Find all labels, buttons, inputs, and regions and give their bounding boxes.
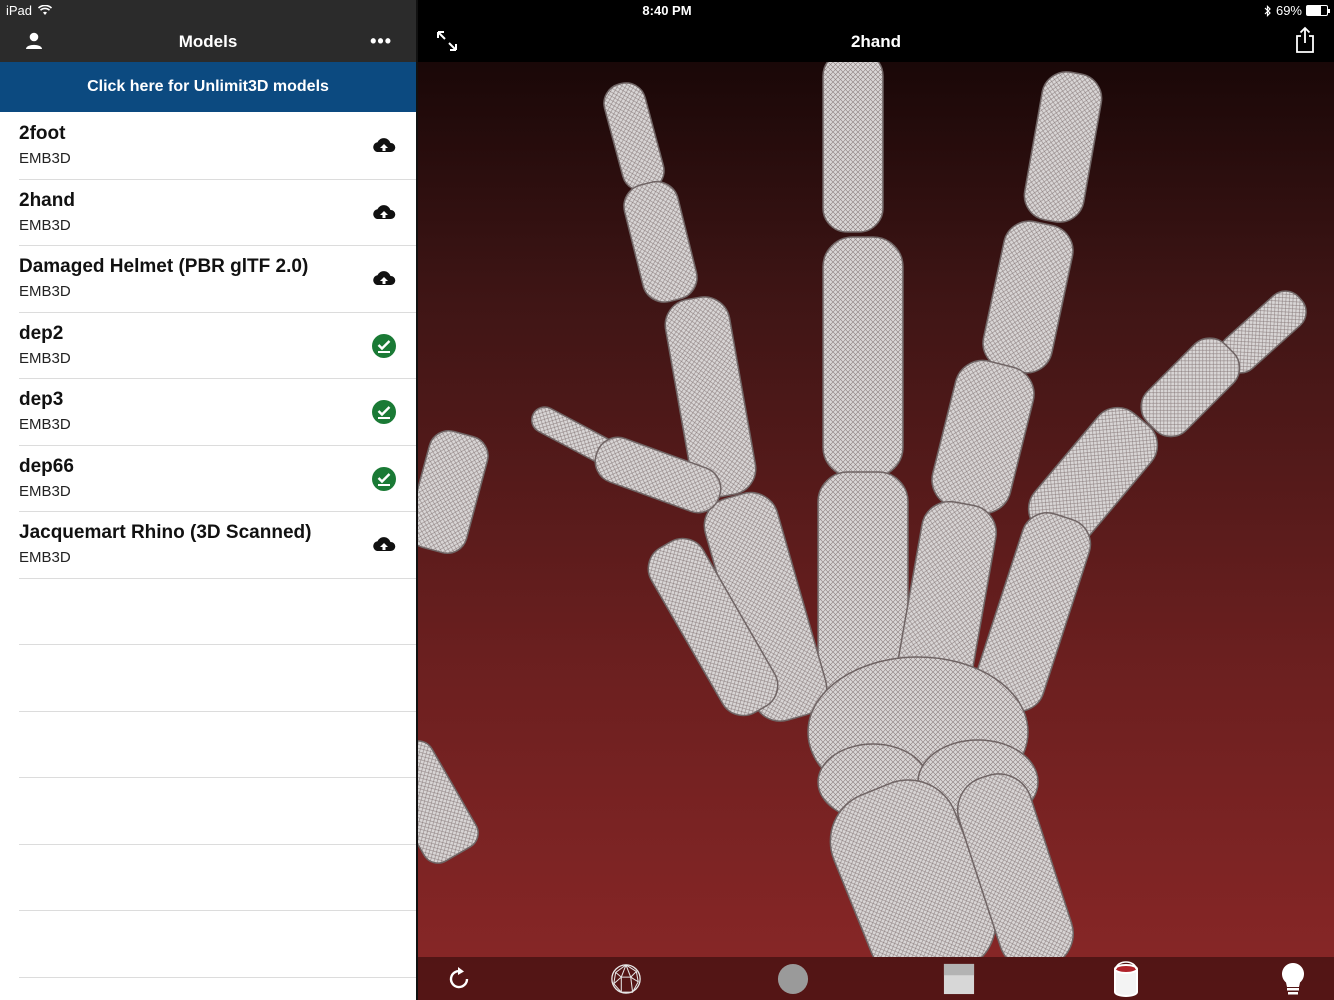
empty-list-row	[19, 645, 416, 712]
model-format: EMB3D	[19, 216, 71, 234]
model-name: dep66	[19, 455, 74, 477]
empty-list-row	[19, 778, 416, 845]
tool-paint[interactable]	[1110, 960, 1142, 997]
model-row-dep66[interactable]: dep66 EMB3D	[19, 446, 416, 512]
model-viewer: 2hand	[418, 0, 1334, 1000]
model-name: 2hand	[19, 189, 75, 211]
model-format: EMB3D	[19, 150, 71, 167]
model-row-2foot[interactable]: 2foot EMB3D	[19, 113, 416, 180]
solid-sphere-icon	[777, 963, 808, 994]
cloud-upload-icon[interactable]	[371, 200, 397, 226]
cloud-upload-icon[interactable]	[371, 133, 397, 159]
empty-list-row	[19, 845, 416, 911]
tool-texture[interactable]	[943, 961, 975, 997]
model-format: EMB3D	[19, 416, 71, 433]
model-name: Damaged Helmet (PBR glTF 2.0)	[19, 256, 309, 277]
tool-solid[interactable]	[777, 961, 809, 997]
model-row-dep2[interactable]: dep2 EMB3D	[19, 313, 416, 379]
model-name: dep3	[19, 389, 64, 410]
empty-list-row	[19, 911, 416, 978]
viewer-title: 2hand	[850, 32, 902, 51]
tool-rotate[interactable]	[443, 961, 475, 997]
model-format: EMB3D	[19, 349, 71, 367]
models-sidebar: Models ••• Click here for Unlimit3D mode…	[0, 0, 416, 1000]
status-bar: iPad 8:40 PM 69%	[0, 0, 1334, 22]
model-name: 2foot	[19, 123, 66, 144]
models-list: 2foot EMB3D 2hand EMB3D Damaged Helmet (…	[0, 113, 416, 978]
model-format: EMB3D	[19, 283, 71, 300]
sidebar-title: Models	[178, 32, 238, 51]
rotate-icon	[449, 966, 469, 988]
battery-fill	[1307, 6, 1321, 15]
empty-list-row	[19, 579, 416, 645]
hand-skeleton-render[interactable]	[418, 62, 1334, 957]
model-row-2hand[interactable]: 2hand EMB3D	[19, 180, 416, 246]
tool-lighting[interactable]	[1277, 961, 1309, 997]
texture-square-icon	[944, 963, 975, 994]
viewer-toolbar	[418, 957, 1334, 1000]
check-circle-icon	[372, 400, 396, 424]
lightbulb-icon	[1281, 962, 1305, 994]
model-format: EMB3D	[19, 482, 71, 500]
model-format: EMB3D	[19, 549, 71, 566]
clock: 8:40 PM	[642, 3, 692, 18]
empty-list-row	[19, 712, 416, 778]
cloud-upload-icon[interactable]	[371, 266, 397, 292]
cloud-upload-icon[interactable]	[371, 532, 397, 558]
share-icon[interactable]	[1294, 26, 1316, 54]
check-circle-icon	[372, 333, 396, 358]
model-name: dep2	[19, 322, 64, 344]
paint-bucket-icon	[1114, 960, 1139, 997]
bluetooth-icon	[1264, 4, 1271, 17]
more-options-icon[interactable]: •••	[370, 31, 392, 52]
model-row-dep3[interactable]: dep3 EMB3D	[19, 379, 416, 446]
unlimit3d-banner-button[interactable]: Click here for Unlimit3D models	[0, 62, 416, 112]
model-row-jacquemart-rhino[interactable]: Jacquemart Rhino (3D Scanned) EMB3D	[19, 512, 416, 579]
model-row-damaged-helmet[interactable]: Damaged Helmet (PBR glTF 2.0) EMB3D	[19, 246, 416, 313]
check-circle-icon	[372, 466, 396, 491]
battery-percent: 69%	[1275, 3, 1302, 18]
tool-wireframe[interactable]	[610, 961, 642, 997]
model-name: Jacquemart Rhino (3D Scanned)	[19, 522, 312, 543]
wireframe-sphere-icon	[611, 963, 641, 994]
battery-icon	[1306, 5, 1330, 16]
